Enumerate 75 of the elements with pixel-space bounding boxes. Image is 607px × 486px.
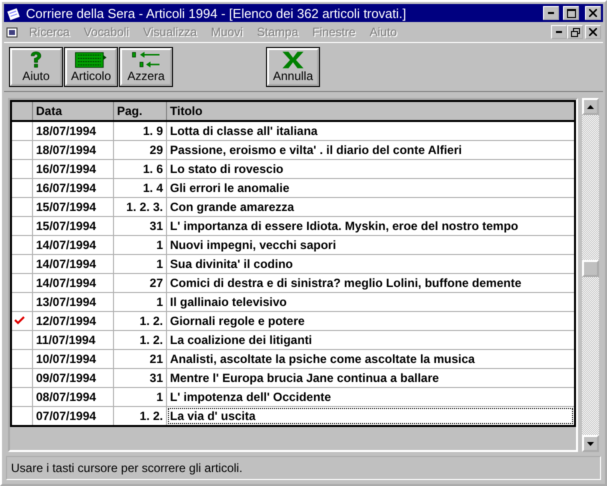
table-cell-text: La coalizione dei litiganti: [169, 332, 314, 348]
window-title: Corriere della Sera - Articoli 1994 - [Elenco dei 362 articoli trovati.]: [26, 6, 408, 20]
table-cell-text: Lotta di classe all' italiana: [169, 123, 319, 139]
table-cell: 14/07/1994: [32, 254, 114, 274]
minimize-button[interactable]: [551, 25, 567, 39]
table-cell: 16/07/1994: [32, 178, 114, 198]
table-cell-text: L' impotenza dell' Occidente: [169, 389, 332, 405]
table-cell: 08/07/1994: [32, 388, 114, 406]
table-cell: 16/07/1994: [32, 160, 114, 178]
table-cell: 13/07/1994: [32, 292, 114, 312]
close-icon: [589, 28, 597, 36]
close-button[interactable]: [585, 25, 601, 39]
close-button[interactable]: [585, 6, 601, 20]
table-cell: 27: [114, 274, 166, 292]
table-cell: 1. 9: [114, 121, 166, 140]
column-header: Pag.: [114, 101, 166, 121]
scroll-thumb[interactable]: [582, 260, 599, 277]
scroll-down-button[interactable]: [582, 435, 599, 452]
close-icon: [589, 9, 597, 17]
table-cell: 18/07/1994: [32, 121, 114, 140]
table-cell-text: Sua divinita' il codino: [169, 256, 294, 272]
table-cell: 09/07/1994: [32, 368, 114, 388]
table-cell: 1: [114, 254, 166, 274]
toolbar-button[interactable]: Annulla: [267, 48, 319, 86]
table-cell: 1. 6: [114, 160, 166, 178]
table-cell-text: Gli errori le anomalie: [169, 180, 290, 196]
table-cell: 18/07/1994: [32, 140, 114, 160]
table-cell: 15/07/1994: [32, 198, 114, 216]
table-cell: 31: [114, 216, 166, 236]
table-cell-text: Nuovi impegni, vecchi sapori: [169, 237, 338, 253]
table-cell: 1. 2. 3.: [114, 198, 166, 216]
restore-icon: [570, 28, 580, 36]
question-mark-icon: [28, 51, 44, 69]
table-cell: 14/07/1994: [32, 236, 114, 254]
toolbar-button[interactable]: Aiuto: [10, 48, 62, 86]
maximize-icon: [566, 8, 576, 18]
table-cell: 12/07/1994: [32, 312, 114, 330]
table-cell: 15/07/1994: [32, 216, 114, 236]
table-cell: 11/07/1994: [32, 330, 114, 350]
table-cell: 1: [114, 388, 166, 406]
table-cell-text: Mentre l' Europa brucia Jane continua a ballare: [169, 370, 440, 386]
column-header: Titolo: [166, 101, 575, 121]
table-cell: 1: [114, 236, 166, 254]
table-cell: 1. 2.: [114, 330, 166, 350]
table-cell-text: Comici di destra e di sinistra? meglio Lolini, buffone demente: [169, 275, 522, 291]
table-cell-text: L' importanza di essere Idiota. Myskin, eroe del nostro tempo: [169, 218, 520, 234]
scrollbar[interactable]: [582, 98, 599, 452]
down-arrow-icon: [587, 442, 594, 446]
scroll-up-button[interactable]: [582, 98, 599, 115]
table-cell: 21: [114, 350, 166, 368]
toolbar-button[interactable]: Articolo: [65, 48, 117, 86]
table-header: [11, 101, 32, 121]
table-cell: 14/07/1994: [32, 274, 114, 292]
table-cell-text: Passione, eroismo e vilta' . il diario del conte Alfieri: [169, 142, 463, 158]
minimize-button[interactable]: [543, 6, 559, 20]
table-cell: 29: [114, 140, 166, 160]
table-cell: 31: [114, 368, 166, 388]
maximize-button[interactable]: [563, 6, 579, 20]
table-cell-text: Con grande amarezza: [169, 199, 296, 215]
minimize-icon: [556, 31, 562, 33]
table-cell: 1. 4: [114, 178, 166, 198]
restore-button[interactable]: [567, 25, 583, 39]
minimize-icon: [548, 12, 554, 14]
table-cell-text: Il gallinaio televisivo: [169, 294, 288, 310]
status-bar: Usare i tasti cursore per scorrere gli articoli.: [6, 456, 601, 480]
up-arrow-icon: [587, 104, 594, 108]
table-cell: 1. 2.: [114, 312, 166, 330]
table-cell-text: Analisti, ascoltate la psiche come ascoltate la musica: [169, 351, 476, 367]
table-cell: 1: [114, 292, 166, 312]
table-cell-text: Lo stato di rovescio: [169, 161, 284, 177]
table-cell-text: Giornali regole e potere: [169, 313, 306, 329]
table-cell: La via d' uscita: [168, 408, 573, 424]
toolbar-button[interactable]: Azzera: [120, 48, 172, 86]
table-cell: 10/07/1994: [32, 350, 114, 368]
column-header: Data: [32, 101, 114, 121]
